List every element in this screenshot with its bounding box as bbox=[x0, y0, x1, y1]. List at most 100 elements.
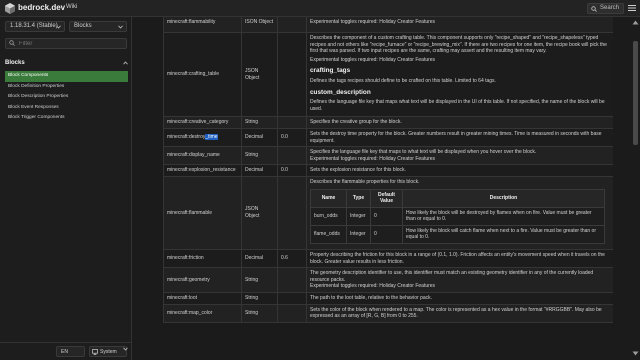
component-name: minecraft:flammable bbox=[163, 175, 242, 251]
scroll-down-arrow-icon[interactable] bbox=[632, 351, 639, 356]
inner-cell: Integer bbox=[346, 224, 371, 245]
component-type: String bbox=[241, 146, 278, 166]
component-type: String bbox=[241, 303, 278, 323]
subproperty-title: custom_description bbox=[310, 88, 371, 96]
component-description: Describes the component of a custom craf… bbox=[306, 31, 613, 118]
inner-header-row: Name Type Default Value Description bbox=[310, 188, 605, 208]
component-default: 0.0 bbox=[277, 164, 307, 177]
subproperty-text: Defines the language file key that maps … bbox=[310, 99, 605, 112]
sidebar-item-block-description-properties[interactable]: Block Description Properties bbox=[5, 92, 128, 103]
language-select-value: EN bbox=[61, 349, 68, 355]
table-row: minecraft:creative_category String Speci… bbox=[163, 116, 613, 129]
sidebar-section-title: Blocks bbox=[5, 60, 25, 66]
chevron-down-icon bbox=[123, 347, 128, 351]
component-description: Specifies the language file key that map… bbox=[306, 146, 613, 166]
inner-row: flame_odds Integer 0 How likely the bloc… bbox=[310, 224, 605, 245]
chevron-up-icon bbox=[123, 61, 128, 65]
table-row: minecraft:crafting_table JSON Object Des… bbox=[163, 31, 613, 118]
table-row: minecraft:geometry String The geometry d… bbox=[163, 267, 613, 294]
monitor-icon bbox=[92, 349, 98, 355]
main-content: minecraft:flammability ISON Object Exper… bbox=[163, 17, 613, 360]
component-default bbox=[277, 146, 307, 166]
site-title[interactable]: bedrock.dev bbox=[18, 3, 65, 12]
sidebar-footer: EN System bbox=[0, 342, 131, 360]
nav-wiki-link[interactable]: Wiki bbox=[66, 4, 77, 10]
component-default bbox=[277, 175, 307, 251]
subproperty-text: Defines the tags recipes should define t… bbox=[310, 77, 496, 84]
table-row: minecraft:flammable JSON Object Describe… bbox=[163, 175, 613, 251]
component-name: minecraft:loot bbox=[163, 292, 242, 305]
description-note: Experimental toggles required: Holiday C… bbox=[310, 56, 436, 63]
menu-icon[interactable] bbox=[628, 4, 636, 12]
component-description: The geometry description identifier to u… bbox=[306, 267, 613, 294]
component-description: Experimental toggles required: Holiday C… bbox=[306, 17, 613, 33]
inner-cell: How likely the block will catch flame wh… bbox=[402, 224, 605, 245]
description-note: Experimental toggles required: Holiday C… bbox=[310, 155, 436, 162]
component-default bbox=[277, 31, 307, 118]
inner-cell: 0 bbox=[370, 206, 403, 226]
sidebar-item-block-components[interactable]: Block Components bbox=[5, 71, 128, 82]
component-name: minecraft:explosion_resistance bbox=[163, 164, 242, 177]
category-select[interactable]: Blocks bbox=[69, 21, 127, 32]
component-type: Decimal bbox=[241, 164, 278, 177]
table-row: minecraft:display_name String Specifies … bbox=[163, 146, 613, 166]
description-text: Describes the flammable properties for t… bbox=[310, 178, 420, 185]
theme-select-value: System bbox=[100, 349, 117, 355]
component-name: minecraft:flammability bbox=[163, 17, 242, 33]
search-button[interactable]: Search bbox=[587, 3, 624, 14]
sidebar-item-block-definition-properties[interactable]: Block Definition Properties bbox=[5, 82, 128, 93]
component-description: Property describing the friction for thi… bbox=[306, 249, 613, 269]
text-selection-highlight: _time bbox=[205, 134, 218, 141]
inner-cell: Integer bbox=[346, 206, 371, 226]
component-name-prefix: minecraft:destroy bbox=[167, 134, 206, 141]
table-row: minecraft:explosion_resistance Decimal 0… bbox=[163, 164, 613, 177]
component-name: minecraft:destroy_time bbox=[163, 127, 242, 148]
flammable-properties-table: Name Type Default Value Description burn… bbox=[310, 188, 605, 245]
table-row: minecraft:friction Decimal 0.6 Property … bbox=[163, 249, 613, 269]
scrollbar-thumb[interactable] bbox=[633, 41, 638, 145]
bedrock-logo-icon[interactable] bbox=[5, 3, 15, 14]
search-label: Search bbox=[600, 5, 620, 11]
inner-cell: How likely the block will be destroyed b… bbox=[402, 206, 605, 226]
subproperty-title: crafting_tags bbox=[310, 67, 351, 75]
table-row: minecraft:loot String The path to the lo… bbox=[163, 292, 613, 305]
sidebar-nav-list: Block Components Block Definition Proper… bbox=[5, 71, 128, 124]
description-text: Describes the component of a custom craf… bbox=[310, 35, 607, 55]
table-row: minecraft:flammability ISON Object Exper… bbox=[163, 17, 613, 33]
component-default bbox=[277, 116, 307, 129]
version-select-value: 1.18.31.4 (Stable) bbox=[10, 23, 58, 29]
inner-cell: 0 bbox=[370, 224, 403, 245]
component-type: JSON Object bbox=[241, 31, 278, 118]
component-type: ISON Object bbox=[241, 17, 278, 33]
chevron-down-icon bbox=[118, 25, 123, 29]
sidebar-item-block-trigger-components[interactable]: Block Trigger Components bbox=[5, 113, 128, 124]
inner-cell: flame_odds bbox=[310, 224, 347, 245]
inner-cell: burn_odds bbox=[310, 206, 347, 226]
component-name: minecraft:creative_category bbox=[163, 116, 242, 129]
language-select[interactable]: EN bbox=[56, 346, 85, 357]
component-name: minecraft:geometry bbox=[163, 267, 242, 294]
component-default: 0.6 bbox=[277, 249, 307, 269]
version-select[interactable]: 1.18.31.4 (Stable) bbox=[5, 21, 65, 32]
theme-select[interactable]: System bbox=[89, 346, 127, 357]
block-components-table: minecraft:flammability ISON Object Exper… bbox=[163, 17, 613, 323]
component-default bbox=[277, 17, 307, 33]
component-default: 0.0 bbox=[277, 127, 307, 148]
scroll-up-arrow-icon[interactable] bbox=[632, 20, 639, 25]
inner-header: Default Value bbox=[370, 188, 403, 208]
component-default bbox=[277, 292, 307, 305]
component-description: Specifies the creative group for the blo… bbox=[306, 116, 613, 129]
component-name: minecraft:display_name bbox=[163, 146, 242, 166]
sidebar-item-block-event-responses[interactable]: Block Event Responses bbox=[5, 103, 128, 114]
component-name: minecraft:crafting_table bbox=[163, 31, 242, 118]
table-row: minecraft:map_color String Sets the colo… bbox=[163, 303, 613, 323]
component-type: Decimal bbox=[241, 249, 278, 269]
description-text: Specifies the language file key that map… bbox=[310, 149, 537, 156]
component-type: Decimal bbox=[241, 127, 278, 148]
component-description: Sets the color of the block when rendere… bbox=[306, 303, 613, 323]
filter-input[interactable] bbox=[5, 38, 127, 49]
inner-header: Description bbox=[402, 188, 605, 208]
component-description: Describes the flammable properties for t… bbox=[306, 175, 613, 251]
search-icon bbox=[9, 40, 15, 46]
sidebar-section-header[interactable]: Blocks bbox=[5, 60, 128, 66]
